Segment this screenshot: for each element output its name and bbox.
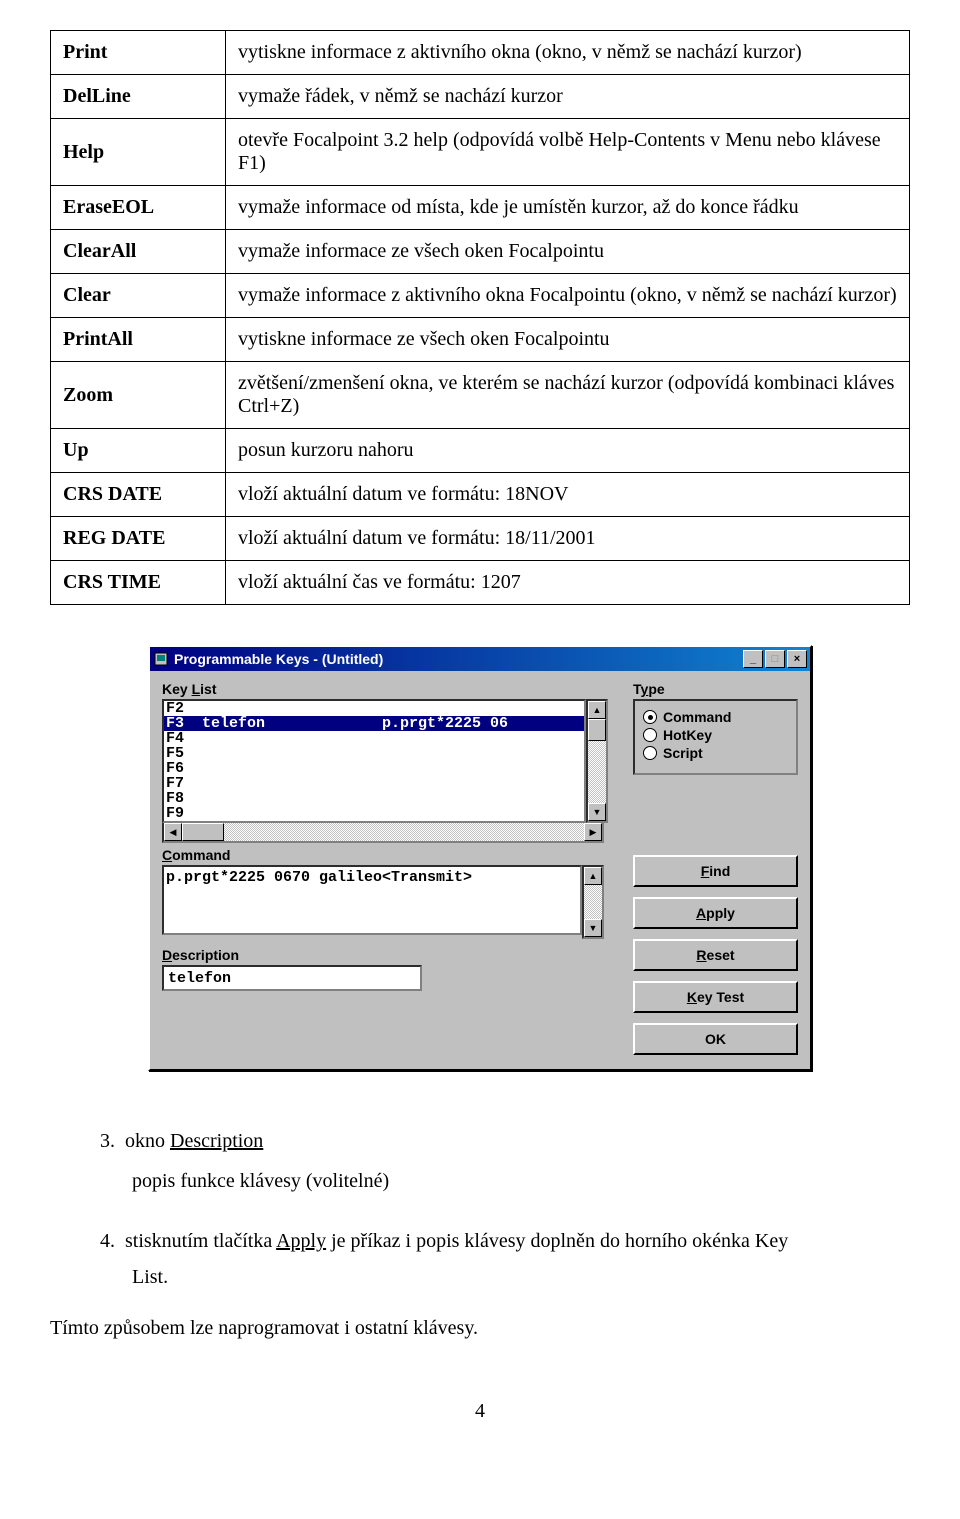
table-row: Clearvymaže informace z aktivního okna F… xyxy=(51,274,910,318)
radio-icon xyxy=(643,710,657,724)
scroll-thumb-h[interactable] xyxy=(182,823,224,841)
list-item[interactable]: F5 xyxy=(164,746,584,761)
scroll-up-icon[interactable]: ▲ xyxy=(588,701,606,719)
table-row: CRS DATEvloží aktuální datum ve formátu:… xyxy=(51,473,910,517)
list-item[interactable]: F6 xyxy=(164,761,584,776)
programmable-keys-dialog: Programmable Keys - (Untitled) _ □ × Key… xyxy=(148,645,812,1071)
command-name: CRS TIME xyxy=(51,561,226,605)
command-name: DelLine xyxy=(51,75,226,119)
scroll-down-icon[interactable]: ▼ xyxy=(588,803,606,821)
command-description: zvětšení/zmenšení okna, ve kterém se nac… xyxy=(226,362,910,429)
table-row: PrintAllvytiskne informace ze všech oken… xyxy=(51,318,910,362)
scroll-thumb[interactable] xyxy=(588,719,606,741)
command-label: Command xyxy=(162,847,615,863)
command-name: REG DATE xyxy=(51,517,226,561)
table-row: Printvytiskne informace z aktivního okna… xyxy=(51,31,910,75)
list-number: 3. xyxy=(100,1130,115,1152)
command-name: Print xyxy=(51,31,226,75)
instructions-block: 3. okno Description popis funkce klávesy… xyxy=(100,1121,910,1295)
scroll-down-icon[interactable]: ▼ xyxy=(584,919,602,937)
commands-table: Printvytiskne informace z aktivního okna… xyxy=(50,30,910,605)
ok-button[interactable]: OK xyxy=(633,1023,798,1055)
horizontal-scrollbar[interactable]: ◀ ▶ xyxy=(162,821,604,843)
radio-icon xyxy=(643,746,657,760)
table-row: Helpotevře Focalpoint 3.2 help (odpovídá… xyxy=(51,119,910,186)
command-name: PrintAll xyxy=(51,318,226,362)
description-input[interactable]: telefon xyxy=(162,965,422,991)
command-description: vymaže informace od místa, kde je umístě… xyxy=(226,186,910,230)
type-group: Command HotKey Script xyxy=(633,699,798,775)
command-description: vloží aktuální datum ve formátu: 18/11/2… xyxy=(226,517,910,561)
command-description: posun kurzoru nahoru xyxy=(226,429,910,473)
radio-option[interactable]: Script xyxy=(643,745,788,761)
command-description: vymaže informace z aktivního okna Focalp… xyxy=(226,274,910,318)
command-description: vloží aktuální datum ve formátu: 18NOV xyxy=(226,473,910,517)
dialog-screenshot: Programmable Keys - (Untitled) _ □ × Key… xyxy=(50,645,910,1071)
minimize-button[interactable]: _ xyxy=(743,650,763,668)
radio-option[interactable]: Command xyxy=(643,709,788,725)
command-description: vymaže řádek, v němž se nachází kurzor xyxy=(226,75,910,119)
scroll-left-icon[interactable]: ◀ xyxy=(164,823,182,841)
find-button[interactable]: Find xyxy=(633,855,798,887)
radio-label: HotKey xyxy=(663,727,712,743)
reset-button[interactable]: Reset xyxy=(633,939,798,971)
vertical-scrollbar[interactable]: ▲ ▼ xyxy=(586,699,608,823)
list-item[interactable]: F7 xyxy=(164,776,584,791)
table-row: DelLinevymaže řádek, v němž se nachází k… xyxy=(51,75,910,119)
list-item[interactable]: F2 xyxy=(164,701,584,716)
table-row: CRS TIMEvloží aktuální čas ve formátu: 1… xyxy=(51,561,910,605)
table-row: EraseEOLvymaže informace od místa, kde j… xyxy=(51,186,910,230)
command-description: vytiskne informace z aktivního okna (okn… xyxy=(226,31,910,75)
close-button[interactable]: × xyxy=(787,650,807,668)
radio-label: Script xyxy=(663,745,703,761)
radio-icon xyxy=(643,728,657,742)
command-description: vytiskne informace ze všech oken Focalpo… xyxy=(226,318,910,362)
list-item[interactable]: F9 xyxy=(164,806,584,821)
description-label: Description xyxy=(162,947,615,963)
command-description: otevře Focalpoint 3.2 help (odpovídá vol… xyxy=(226,119,910,186)
list-item[interactable]: F4 xyxy=(164,731,584,746)
command-name: Help xyxy=(51,119,226,186)
list-item[interactable]: F3 telefon p.prgt*2225 06 xyxy=(164,716,584,731)
apply-button[interactable]: Apply xyxy=(633,897,798,929)
key-list-listbox[interactable]: F2F3 telefon p.prgt*2225 06F4F5F6F7F8F9 xyxy=(162,699,586,823)
list-number: 4. xyxy=(100,1230,115,1252)
radio-option[interactable]: HotKey xyxy=(643,727,788,743)
scroll-right-icon[interactable]: ▶ xyxy=(584,823,602,841)
key-list-label: Key List xyxy=(162,681,615,697)
command-scrollbar[interactable]: ▲ ▼ xyxy=(582,865,604,939)
table-row: ClearAllvymaže informace ze všech oken F… xyxy=(51,230,910,274)
command-name: Up xyxy=(51,429,226,473)
scroll-up-icon[interactable]: ▲ xyxy=(584,867,602,885)
title-bar: Programmable Keys - (Untitled) _ □ × xyxy=(150,647,810,671)
list-item[interactable]: F8 xyxy=(164,791,584,806)
table-row: Zoomzvětšení/zmenšení okna, ve kterém se… xyxy=(51,362,910,429)
command-name: ClearAll xyxy=(51,230,226,274)
command-description: vloží aktuální čas ve formátu: 1207 xyxy=(226,561,910,605)
app-icon xyxy=(153,651,169,667)
command-name: Clear xyxy=(51,274,226,318)
table-row: Upposun kurzoru nahoru xyxy=(51,429,910,473)
key-test-button[interactable]: Key Test xyxy=(633,981,798,1013)
maximize-button[interactable]: □ xyxy=(765,650,785,668)
command-name: CRS DATE xyxy=(51,473,226,517)
command-name: EraseEOL xyxy=(51,186,226,230)
command-textarea[interactable]: p.prgt*2225 0670 galileo<Transmit> xyxy=(162,865,582,935)
final-sentence: Tímto způsobem lze naprogramovat i ostat… xyxy=(50,1317,910,1340)
radio-label: Command xyxy=(663,709,731,725)
dialog-title: Programmable Keys - (Untitled) xyxy=(174,651,743,667)
page-number: 4 xyxy=(50,1400,910,1423)
command-name: Zoom xyxy=(51,362,226,429)
type-label: Type xyxy=(633,681,798,697)
command-description: vymaže informace ze všech oken Focalpoin… xyxy=(226,230,910,274)
table-row: REG DATEvloží aktuální datum ve formátu:… xyxy=(51,517,910,561)
